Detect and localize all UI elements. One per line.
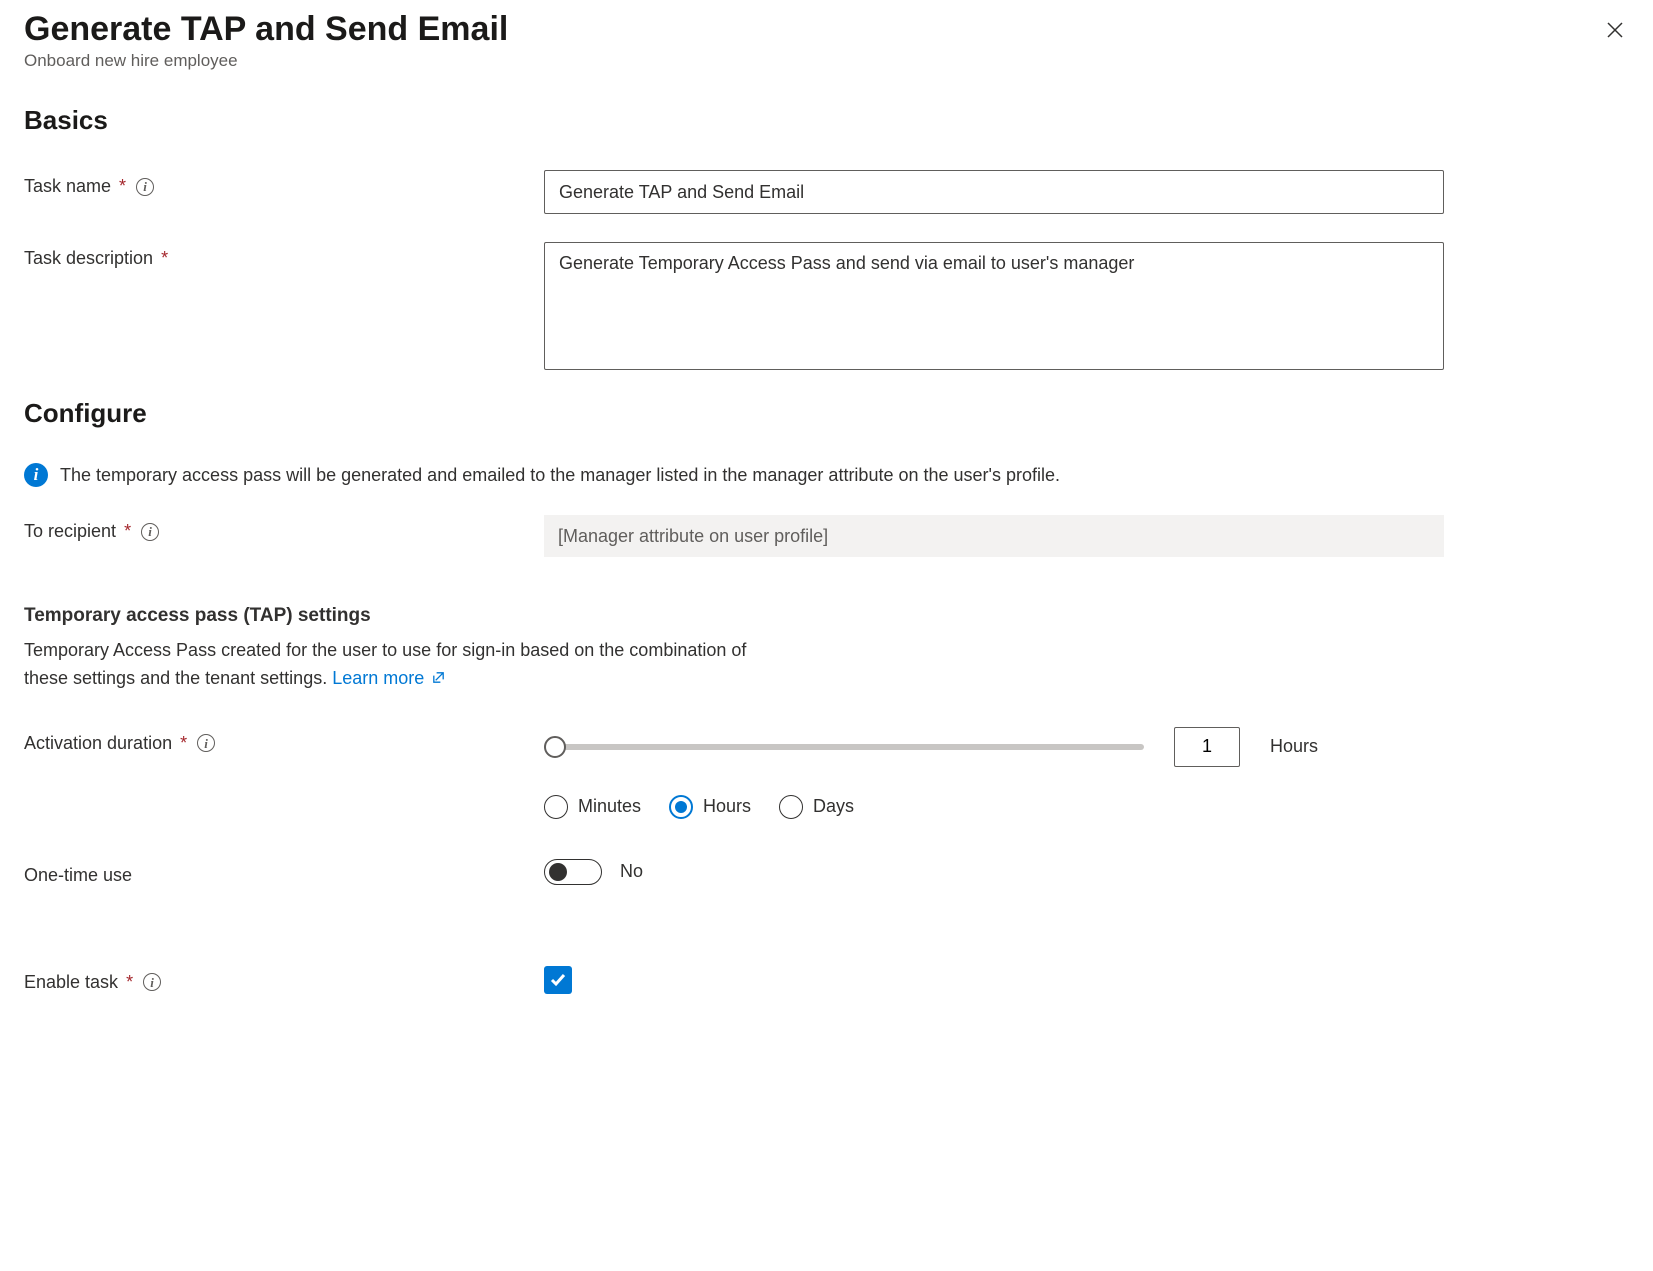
- task-description-label: Task description: [24, 248, 153, 269]
- radio-minutes-label: Minutes: [578, 796, 641, 817]
- external-link-icon: [431, 670, 446, 685]
- checkmark-icon: [549, 971, 567, 989]
- duration-number-input[interactable]: [1174, 727, 1240, 767]
- activation-duration-row: Activation duration * Hours: [24, 727, 1629, 767]
- enable-task-row: Enable task *: [24, 966, 1629, 994]
- task-name-input[interactable]: [544, 170, 1444, 214]
- radio-days-label: Days: [813, 796, 854, 817]
- radio-circle-icon: [544, 795, 568, 819]
- info-banner-text: The temporary access pass will be genera…: [60, 465, 1060, 486]
- info-icon[interactable]: [143, 973, 161, 991]
- activation-duration-label: Activation duration: [24, 733, 172, 754]
- required-indicator: *: [180, 733, 187, 754]
- learn-more-text: Learn more: [332, 668, 424, 688]
- learn-more-link[interactable]: Learn more: [332, 668, 446, 688]
- basics-heading: Basics: [24, 105, 1629, 136]
- to-recipient-readonly: [Manager attribute on user profile]: [544, 515, 1444, 557]
- radio-hours-label: Hours: [703, 796, 751, 817]
- duration-unit-label: Hours: [1270, 736, 1318, 757]
- info-banner: i The temporary access pass will be gene…: [24, 463, 1629, 487]
- tap-desc-line1: Temporary Access Pass created for the us…: [24, 640, 746, 660]
- panel-header: Generate TAP and Send Email Onboard new …: [24, 10, 1629, 105]
- duration-slider[interactable]: [544, 735, 1144, 759]
- info-icon: i: [24, 463, 48, 487]
- page-title: Generate TAP and Send Email: [24, 10, 508, 49]
- required-indicator: *: [124, 521, 131, 542]
- info-icon[interactable]: [136, 178, 154, 196]
- required-indicator: *: [161, 248, 168, 269]
- enable-task-label: Enable task: [24, 972, 118, 993]
- tap-settings-title: Temporary access pass (TAP) settings: [24, 605, 1629, 627]
- to-recipient-label: To recipient: [24, 521, 116, 542]
- radio-circle-icon: [779, 795, 803, 819]
- radio-circle-icon: [669, 795, 693, 819]
- tap-settings-description: Temporary Access Pass created for the us…: [24, 637, 1084, 693]
- duration-unit-radio-group: Minutes Hours Days: [544, 795, 1629, 819]
- configure-heading: Configure: [24, 398, 1629, 429]
- to-recipient-row: To recipient * [Manager attribute on use…: [24, 515, 1629, 557]
- task-name-row: Task name *: [24, 170, 1629, 214]
- required-indicator: *: [119, 176, 126, 197]
- task-name-label: Task name: [24, 176, 111, 197]
- required-indicator: *: [126, 972, 133, 993]
- info-icon[interactable]: [141, 523, 159, 541]
- task-description-row: Task description * Generate Temporary Ac…: [24, 242, 1629, 370]
- radio-days[interactable]: Days: [779, 795, 854, 819]
- radio-minutes[interactable]: Minutes: [544, 795, 641, 819]
- toggle-knob: [549, 863, 567, 881]
- one-time-use-toggle[interactable]: [544, 859, 602, 885]
- page-subtitle: Onboard new hire employee: [24, 51, 508, 71]
- one-time-use-label: One-time use: [24, 865, 132, 886]
- toggle-state-text: No: [620, 861, 643, 882]
- slider-track: [544, 744, 1144, 750]
- info-icon[interactable]: [197, 734, 215, 752]
- slider-thumb[interactable]: [544, 736, 566, 758]
- close-button[interactable]: [1601, 16, 1629, 44]
- one-time-use-row: One-time use No: [24, 859, 1629, 886]
- radio-hours[interactable]: Hours: [669, 795, 751, 819]
- tap-desc-line2: these settings and the tenant settings.: [24, 668, 332, 688]
- enable-task-checkbox[interactable]: [544, 966, 572, 994]
- task-description-input[interactable]: Generate Temporary Access Pass and send …: [544, 242, 1444, 370]
- close-icon: [1605, 20, 1625, 40]
